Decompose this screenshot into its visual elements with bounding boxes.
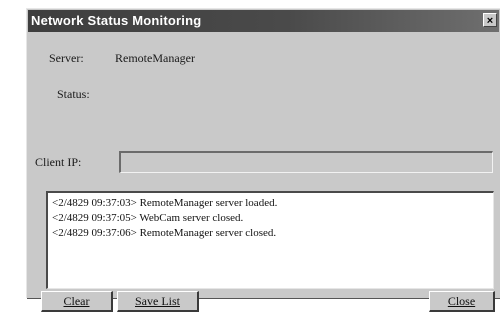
save-list-button[interactable]: Save List <box>117 291 199 312</box>
close-icon[interactable]: × <box>483 13 497 27</box>
status-label: Status: <box>57 87 90 101</box>
client-ip-label: Client IP: <box>35 155 82 169</box>
close-button[interactable]: Close <box>429 291 495 312</box>
server-value: RemoteManager <box>115 51 195 65</box>
server-label: Server: <box>49 51 84 65</box>
client-ip-field[interactable] <box>119 151 493 173</box>
log-entry: <2/4829 09:37:06> RemoteManager server c… <box>52 227 277 239</box>
log-list[interactable]: <2/4829 09:37:03> RemoteManager server l… <box>46 191 494 289</box>
network-status-window: Network Status Monitoring × Server: Remo… <box>26 8 500 312</box>
log-entry: <2/4829 09:37:03> RemoteManager server l… <box>52 197 278 209</box>
clear-button[interactable]: Clear <box>41 291 113 312</box>
log-entry: <2/4829 09:37:05> WebCam server closed. <box>52 212 244 224</box>
title-bar[interactable]: Network Status Monitoring × <box>28 10 499 32</box>
window-title: Network Status Monitoring <box>31 13 202 28</box>
